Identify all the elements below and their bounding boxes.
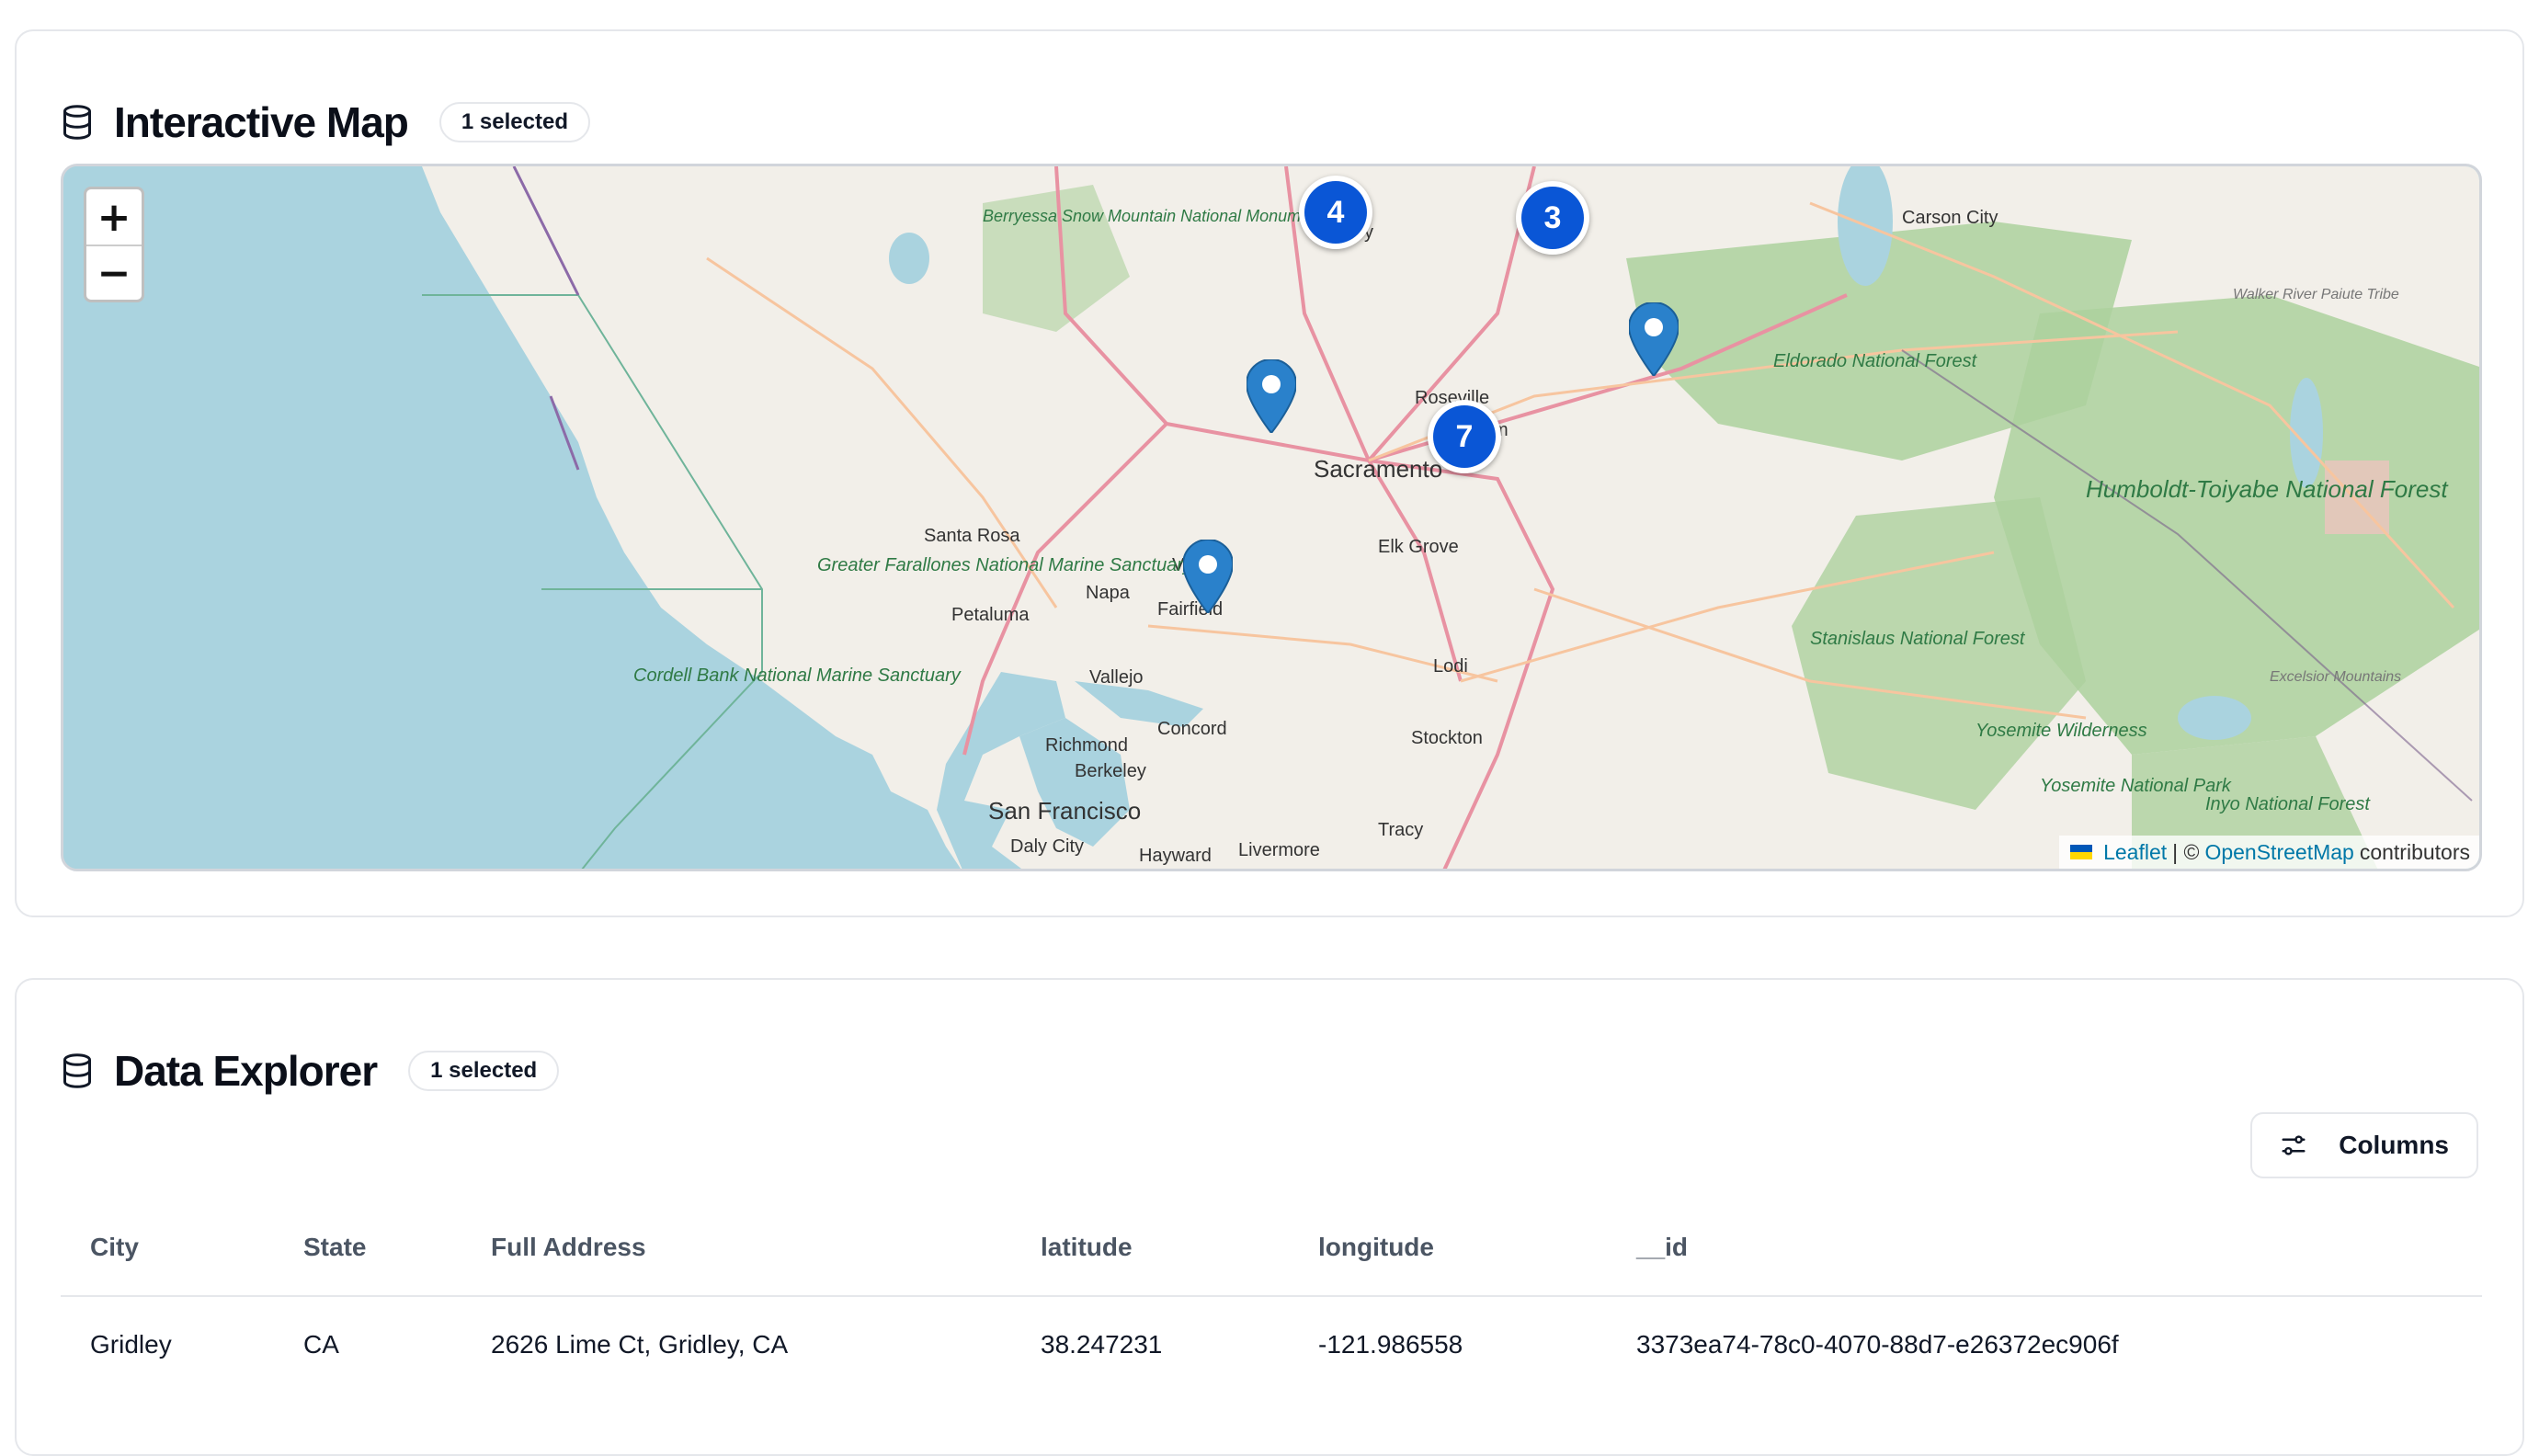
sliders-icon bbox=[2280, 1132, 2307, 1159]
map-label-san-francisco: San Francisco bbox=[988, 797, 1141, 825]
cluster-count: 4 bbox=[1304, 181, 1367, 244]
cell-latitude: 38.247231 bbox=[1041, 1329, 1163, 1359]
cell-state: CA bbox=[303, 1329, 339, 1359]
table-header-row: City State Full Address latitude longitu… bbox=[61, 1199, 2482, 1297]
cell-longitude: -121.986558 bbox=[1318, 1329, 1463, 1359]
map-label-excelsior: Excelsior Mountains bbox=[2270, 669, 2401, 685]
map-label-greater-farallones: Greater Farallones National Marine Sanct… bbox=[817, 555, 1193, 575]
map-label-eldorado: Eldorado National Forest bbox=[1773, 351, 1978, 371]
map-card: Interactive Map 1 selected Sacramento Ro… bbox=[15, 29, 2524, 917]
data-explorer-header: Data Explorer 1 selected bbox=[61, 1046, 560, 1096]
map-label-yosemite-wilderness: Yosemite Wilderness bbox=[1975, 721, 2147, 741]
cell-city: Gridley bbox=[90, 1329, 172, 1359]
map-card-title: Interactive Map bbox=[114, 98, 409, 146]
zoom-in-button[interactable]: + bbox=[86, 189, 142, 245]
data-explorer-title: Data Explorer bbox=[114, 1047, 378, 1095]
map-label-livermore: Livermore bbox=[1238, 840, 1320, 860]
attribution-separator: | © bbox=[2172, 839, 2200, 864]
column-header-city[interactable]: City bbox=[61, 1199, 274, 1297]
map-label-lodi: Lodi bbox=[1433, 656, 1468, 677]
map-label-richmond: Richmond bbox=[1045, 735, 1128, 756]
attribution-suffix: contributors bbox=[2359, 839, 2470, 864]
map-label-berryessa: Berryessa Snow Mountain National Monumen… bbox=[983, 207, 1325, 225]
zoom-control: + − bbox=[84, 187, 144, 302]
marker-cluster[interactable]: 4 bbox=[1299, 176, 1372, 249]
database-icon bbox=[61, 1051, 97, 1091]
column-header-longitude[interactable]: longitude bbox=[1289, 1199, 1607, 1297]
columns-button[interactable]: Columns bbox=[2250, 1112, 2478, 1178]
marker-cluster[interactable]: 3 bbox=[1516, 181, 1589, 255]
map-marker-pin-icon[interactable] bbox=[1181, 538, 1235, 615]
columns-button-label: Columns bbox=[2339, 1131, 2449, 1159]
data-explorer-card: Data Explorer 1 selected Columns City St… bbox=[15, 978, 2524, 1456]
map-label-yosemite-park: Yosemite National Park bbox=[2040, 776, 2232, 796]
map-label-stockton: Stockton bbox=[1411, 728, 1483, 748]
cell-full-address: 2626 Lime Ct, Gridley, CA bbox=[491, 1329, 789, 1359]
database-icon bbox=[61, 102, 97, 142]
cluster-count: 3 bbox=[1521, 187, 1584, 249]
map-label-humboldt: Humboldt-Toiyabe National Forest bbox=[2086, 475, 2449, 503]
zoom-out-button[interactable]: − bbox=[86, 245, 142, 300]
map-label-daly-city: Daly City bbox=[1010, 836, 1084, 857]
map-label-walker: Walker River Paiute Tribe bbox=[2233, 287, 2399, 302]
leaflet-link[interactable]: Leaflet bbox=[2103, 840, 2167, 865]
data-table: City State Full Address latitude longitu… bbox=[61, 1199, 2482, 1392]
column-header-state[interactable]: State bbox=[274, 1199, 461, 1297]
column-header-full-address[interactable]: Full Address bbox=[461, 1199, 1011, 1297]
selection-badge: 1 selected bbox=[438, 102, 590, 142]
map-label-inyo: Inyo National Forest bbox=[2205, 794, 2371, 814]
map-label-napa: Napa bbox=[1086, 583, 1131, 603]
map-attribution: Leaflet | © OpenStreetMap contributors bbox=[2059, 836, 2479, 869]
map-label-cordell-bank: Cordell Bank National Marine Sanctuary bbox=[633, 665, 962, 686]
map-tiles: Sacramento Roseville m y Elk Grove Santa… bbox=[63, 166, 2479, 869]
map-label-sacramento: Sacramento bbox=[1314, 455, 1442, 483]
map-label-hayward: Hayward bbox=[1139, 846, 1212, 866]
map-label-stanislaus: Stanislaus National Forest bbox=[1810, 629, 2026, 649]
map-marker-pin-icon[interactable] bbox=[1245, 358, 1298, 435]
map-label-tracy: Tracy bbox=[1378, 820, 1423, 840]
map-label-carson-city: Carson City bbox=[1902, 208, 1998, 228]
map-label-berkeley: Berkeley bbox=[1075, 761, 1146, 781]
map-label-concord: Concord bbox=[1157, 719, 1227, 739]
map-label-vallejo: Vallejo bbox=[1089, 667, 1144, 688]
map-label-santa-rosa: Santa Rosa bbox=[924, 526, 1020, 546]
openstreetmap-link[interactable]: OpenStreetMap bbox=[2204, 840, 2353, 865]
map-marker-pin-icon[interactable] bbox=[1627, 301, 1680, 378]
column-header-id[interactable]: __id bbox=[1607, 1199, 2482, 1297]
ukraine-flag-icon bbox=[2070, 845, 2093, 859]
column-header-latitude[interactable]: latitude bbox=[1011, 1199, 1289, 1297]
map-viewport[interactable]: Sacramento Roseville m y Elk Grove Santa… bbox=[61, 164, 2482, 871]
cluster-count: 7 bbox=[1433, 405, 1496, 468]
map-card-header: Interactive Map 1 selected bbox=[61, 97, 590, 147]
marker-cluster[interactable]: 7 bbox=[1428, 400, 1501, 473]
map-label-elk-grove: Elk Grove bbox=[1378, 537, 1459, 557]
cell-id: 3373ea74-78c0-4070-88d7-e26372ec906f bbox=[1636, 1329, 2119, 1359]
table-row[interactable]: Gridley CA 2626 Lime Ct, Gridley, CA 38.… bbox=[61, 1296, 2482, 1392]
map-label-petaluma: Petaluma bbox=[951, 605, 1030, 625]
selection-badge: 1 selected bbox=[408, 1051, 560, 1091]
